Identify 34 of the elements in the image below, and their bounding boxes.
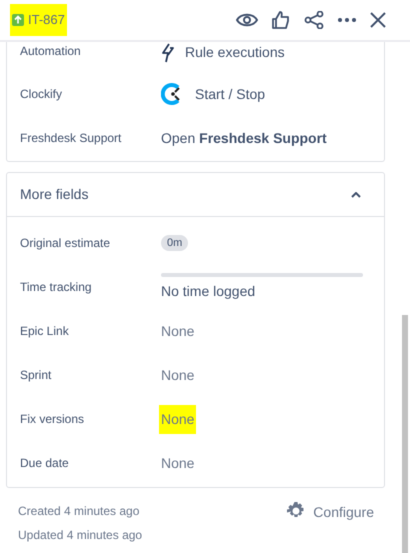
app-link[interactable]: Open Freshdesk Support: [161, 128, 327, 148]
field-label: Fix versions: [20, 411, 86, 428]
app-link[interactable]: Start / Stop: [195, 84, 266, 104]
created-text: Created 4 minutes ago: [18, 503, 140, 520]
updated-text: Updated 4 minutes ago: [18, 527, 142, 544]
field-label: Clockify: [20, 86, 64, 103]
app-link[interactable]: Rule executions: [185, 42, 285, 63]
field-label: Original estimate: [20, 235, 112, 252]
field-label: Sprint: [20, 367, 52, 384]
field-label: Epic Link: [20, 323, 70, 340]
estimate-pill[interactable]: 0m: [161, 234, 188, 252]
field-value[interactable]: None: [159, 448, 196, 478]
thumbs-up-icon[interactable]: [272, 11, 290, 29]
field-value[interactable]: None: [159, 316, 196, 346]
settings-icon: [287, 502, 306, 520]
scrollbar-thumb[interactable]: [402, 315, 408, 553]
chevron-icon[interactable]: [351, 192, 361, 198]
more-fields-header[interactable]: More fields: [7, 173, 384, 217]
field-value[interactable]: None: [159, 404, 196, 434]
share-icon[interactable]: [304, 11, 324, 29]
field-label: Time tracking: [20, 279, 93, 296]
issue-key-link[interactable]: IT-867: [10, 4, 67, 36]
field-value[interactable]: None: [159, 360, 196, 390]
field-value[interactable]: No time logged: [161, 280, 256, 302]
close-icon[interactable]: [370, 12, 386, 28]
configure-button[interactable]: Configure: [287, 502, 374, 544]
lightning-icon: [161, 42, 175, 62]
field-label: Automation: [20, 43, 82, 60]
section-title: More fields: [20, 185, 88, 204]
more-icon[interactable]: [338, 18, 356, 22]
field-label: Freshdesk Support: [20, 130, 122, 147]
story-arrow-icon: [12, 14, 24, 26]
eye-icon[interactable]: [236, 12, 258, 28]
field-label: Due date: [20, 455, 70, 472]
